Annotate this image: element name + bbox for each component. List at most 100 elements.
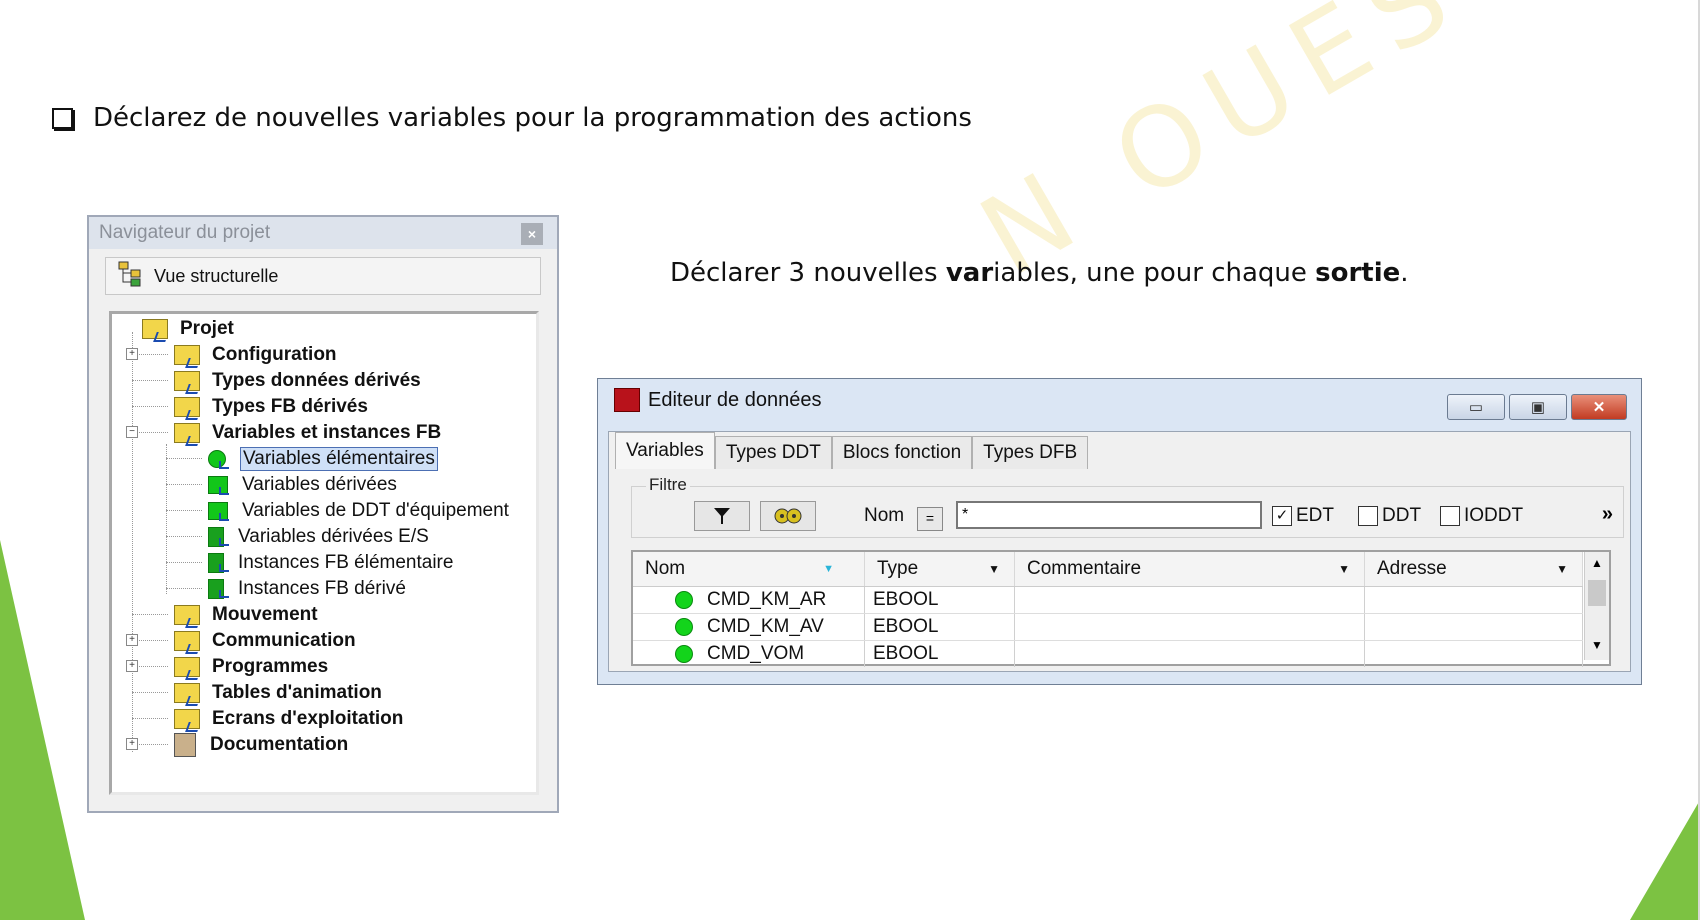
funnel-icon[interactable] [694,501,750,531]
function-block-icon [208,579,229,599]
table-row[interactable]: CMD_KM_AV EBOOL [633,614,1583,641]
restore-icon[interactable]: ▣ [1509,394,1567,420]
table-row[interactable]: CMD_VOM EBOOL [633,641,1583,667]
cell-adresse[interactable] [1365,641,1583,667]
tree-item-label: Ecrans d'exploitation [212,708,404,729]
navigator-title: Navigateur du projet [99,222,271,243]
expand-icon[interactable]: + [126,634,138,646]
filter-group: Filtre Nom = ✓ EDT DDT IODDT » [631,475,1624,538]
tree-line [166,484,202,485]
ddt-variable-icon [208,502,229,521]
tree-item-instances-fb-derive[interactable]: Instances FB dérivé [208,576,406,602]
tree-item-mouvement[interactable]: Mouvement [174,602,318,628]
cell-commentaire[interactable] [1015,587,1365,613]
tree-line [166,510,202,511]
editor-body: Variables Types DDT Blocs fonction Types… [608,431,1631,672]
cell-type[interactable]: EBOOL [865,587,1015,613]
minimize-icon[interactable]: ▭ [1447,394,1505,420]
tree-item-label: Instances FB élémentaire [238,552,454,573]
scroll-down-icon[interactable]: ▼ [1585,638,1609,658]
io-variable-icon [208,527,229,547]
tree-item-label: Instances FB dérivé [238,578,406,599]
column-header-commentaire[interactable]: Commentaire ▼ [1015,552,1365,586]
checkbox-ioddt[interactable]: IODDT [1440,505,1523,527]
tree-item-variables-derivees[interactable]: Variables dérivées [208,472,397,498]
expand-icon[interactable]: + [126,348,138,360]
cell-adresse[interactable] [1365,614,1583,640]
sort-icon: ▼ [823,563,834,575]
tree-item-documentation[interactable]: Documentation [174,732,348,758]
tree-item-projet[interactable]: Projet [142,316,234,342]
close-icon[interactable]: × [521,223,543,245]
collapse-icon[interactable]: − [126,426,138,438]
tree-line [166,562,202,563]
cell-type[interactable]: EBOOL [865,614,1015,640]
folder-icon [174,683,200,703]
tab-types-ddt[interactable]: Types DDT [714,436,832,469]
dropdown-arrow-icon[interactable]: ▼ [988,562,1000,576]
tree-item-variables-instances[interactable]: Variables et instances FB [174,420,441,446]
checkbox-box[interactable] [1358,506,1378,526]
tree-item-label: Tables d'animation [212,682,382,703]
tree-item-tables-animation[interactable]: Tables d'animation [174,680,382,706]
column-header-adresse[interactable]: Adresse ▼ [1365,552,1583,586]
dropdown-arrow-icon[interactable]: ▼ [1338,562,1350,576]
folder-icon [174,709,200,729]
checkbox-box[interactable]: ✓ [1272,506,1292,526]
expand-icon[interactable]: + [126,660,138,672]
dropdown-arrow-icon[interactable]: ▼ [1556,562,1568,576]
green-corner-decoration-left [0,540,85,920]
cell-nom[interactable]: CMD_KM_AR [633,587,865,613]
table-row[interactable]: CMD_KM_AR EBOOL [633,587,1583,614]
tree-item-variables-elementaires[interactable]: Variables élémentaires [208,446,438,472]
project-navigator-window: Navigateur du projet × Vue structurelle … [87,215,559,813]
function-block-icon [208,553,229,573]
tab-blocs-fonction[interactable]: Blocs fonction [831,436,973,469]
green-corner-decoration-right [1630,800,1700,920]
cell-commentaire[interactable] [1015,641,1365,667]
tree-item-label: Variables élémentaires [240,447,438,471]
cell-type[interactable]: EBOOL [865,641,1015,667]
scroll-up-icon[interactable]: ▲ [1585,556,1609,576]
tree-item-programmes[interactable]: Programmes [174,654,328,680]
name-filter-input[interactable] [956,501,1262,529]
view-label: Vue structurelle [154,265,279,286]
checkbox-ddt[interactable]: DDT [1358,505,1421,527]
tab-types-dfb[interactable]: Types DFB [972,436,1089,469]
cell-nom[interactable]: CMD_KM_AV [633,614,865,640]
tree-item-label: Configuration [212,344,337,365]
structural-view-header[interactable]: Vue structurelle [105,257,541,295]
tree-item-communication[interactable]: Communication [174,628,356,654]
filter-settings-icon[interactable] [760,501,816,531]
cell-commentaire[interactable] [1015,614,1365,640]
close-icon[interactable]: ✕ [1571,394,1627,420]
tree-item-ecrans[interactable]: Ecrans d'exploitation [174,706,403,732]
column-header-nom[interactable]: Nom ▼ [633,552,865,586]
tree-item-label: Variables dérivées E/S [238,526,429,547]
tree-item-label: Types FB dérivés [212,396,368,417]
tree-item-instances-fb-elem[interactable]: Instances FB élémentaire [208,550,453,576]
tree-item-types-fb[interactable]: Types FB dérivés [174,394,368,420]
tree-item-label: Types données dérivés [212,370,421,391]
tree-item-variables-ddt[interactable]: Variables de DDT d'équipement [208,498,509,524]
data-editor-window: Editeur de données ▭ ▣ ✕ Variables Types… [597,378,1642,685]
folder-icon [174,657,200,677]
expand-icon[interactable]: + [126,738,138,750]
cell-adresse[interactable] [1365,587,1583,613]
more-options-icon[interactable]: » [1602,503,1613,526]
equals-button[interactable]: = [917,507,943,531]
tree-item-label: Variables dérivées [242,474,397,495]
instruction-bold: sortie [1315,258,1401,288]
tab-variables[interactable]: Variables [615,432,715,469]
checkbox-box[interactable] [1440,506,1460,526]
cell-nom[interactable]: CMD_VOM [633,641,865,667]
folder-icon [174,371,200,391]
vertical-scrollbar[interactable]: ▲ ▼ [1584,552,1609,660]
checkbox-edt[interactable]: ✓ EDT [1272,505,1334,527]
tree-item-types-donnees[interactable]: Types données dérivés [174,368,421,394]
column-header-type[interactable]: Type ▼ [865,552,1015,586]
tree-item-variables-es[interactable]: Variables dérivées E/S [208,524,429,550]
scroll-thumb[interactable] [1588,580,1606,606]
tree-item-configuration[interactable]: Configuration [174,342,337,368]
instruction-part: . [1400,258,1409,288]
